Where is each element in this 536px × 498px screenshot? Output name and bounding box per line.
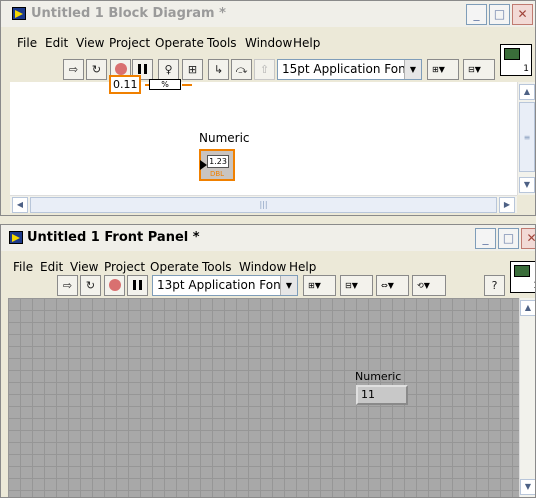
close-button[interactable]: ✕: [512, 4, 533, 25]
run-continuously-icon[interactable]: ↻: [80, 275, 101, 296]
pause-icon: [138, 64, 147, 74]
menu-edit[interactable]: Edit: [45, 36, 68, 50]
scroll-down-icon[interactable]: ▼: [519, 177, 535, 193]
context-help-button[interactable]: ?: [484, 275, 505, 296]
menu-view[interactable]: View: [76, 36, 104, 50]
block-diagram-titlebar[interactable]: Untitled 1 Block Diagram * _ □ ✕: [1, 1, 535, 27]
scroll-right-icon[interactable]: ▶: [499, 197, 515, 213]
vertical-scrollbar[interactable]: ▲ ▼: [519, 298, 535, 497]
resize-objects-icon[interactable]: ⇔▼: [376, 275, 409, 296]
terminal-label[interactable]: Numeric: [199, 131, 250, 145]
menu-project[interactable]: Project: [104, 260, 145, 274]
vi-icon[interactable]: 1: [510, 261, 535, 293]
horizontal-scrollbar[interactable]: ◀ ||| ▶: [10, 195, 517, 213]
distribute-objects-icon[interactable]: ⊟▼: [463, 59, 495, 80]
vertical-scrollbar[interactable]: ▲ ≡ ▼: [517, 82, 535, 195]
menu-project[interactable]: Project: [109, 36, 150, 50]
menu-window[interactable]: Window: [239, 260, 286, 274]
window-title: Untitled 1 Block Diagram *: [31, 6, 226, 21]
vi-icon-number: 1: [523, 64, 529, 74]
conversion-node[interactable]: %: [149, 79, 181, 90]
front-panel-canvas[interactable]: [8, 298, 519, 497]
indicator-label[interactable]: Numeric: [355, 370, 401, 383]
menu-tools[interactable]: Tools: [202, 260, 232, 274]
abort-icon: [114, 63, 127, 75]
font-name: 15pt Application Font: [282, 62, 411, 76]
scroll-up-icon[interactable]: ▲: [520, 300, 535, 316]
align-objects-icon[interactable]: ⊞▼: [427, 59, 459, 80]
menu-help[interactable]: Help: [289, 260, 316, 274]
labview-app-icon: [9, 231, 23, 244]
front-panel-titlebar[interactable]: Untitled 1 Front Panel * _ □ ✕: [1, 225, 535, 251]
run-arrow-icon[interactable]: ⇨: [57, 275, 78, 296]
chevron-down-icon: ▼: [280, 276, 297, 295]
toolbar: ⇨ ↻ 13pt Application Font ▼ ⊞▼ ⊟▼ ⇔▼ ⟲▼ …: [1, 275, 506, 297]
numeric-indicator[interactable]: 11: [356, 385, 408, 405]
distribute-objects-icon[interactable]: ⊟▼: [340, 275, 373, 296]
close-button[interactable]: ✕: [521, 228, 535, 249]
block-diagram-window: Untitled 1 Block Diagram * _ □ ✕ File Ed…: [0, 0, 536, 216]
step-over-icon[interactable]: ⤼: [231, 59, 252, 80]
align-objects-icon[interactable]: ⊞▼: [303, 275, 336, 296]
wire-segment[interactable]: [182, 84, 192, 86]
menu-file[interactable]: File: [13, 260, 33, 274]
font-name: 13pt Application Font: [157, 278, 286, 292]
step-into-icon[interactable]: ↳: [208, 59, 229, 80]
reorder-icon[interactable]: ⟲▼: [412, 275, 446, 296]
run-continuously-icon[interactable]: ↻: [86, 59, 107, 80]
vi-icon-graphic: [514, 265, 530, 277]
abort-button[interactable]: [104, 275, 125, 296]
scroll-thumb[interactable]: |||: [30, 197, 497, 213]
pause-icon: [133, 280, 142, 290]
menu-edit[interactable]: Edit: [40, 260, 63, 274]
maximize-button[interactable]: □: [498, 228, 519, 249]
pause-button[interactable]: [127, 275, 148, 296]
menu-file[interactable]: File: [17, 36, 37, 50]
font-selector[interactable]: 13pt Application Font ▼: [152, 275, 298, 296]
scroll-left-icon[interactable]: ◀: [12, 197, 28, 213]
minimize-button[interactable]: _: [475, 228, 496, 249]
font-selector[interactable]: 15pt Application Font ▼: [277, 59, 422, 80]
labview-app-icon: [12, 7, 26, 20]
menu-operate[interactable]: Operate: [150, 260, 199, 274]
chevron-down-icon: ▼: [404, 60, 421, 79]
scroll-down-icon[interactable]: ▼: [520, 479, 535, 495]
window-title: Untitled 1 Front Panel *: [27, 230, 200, 245]
block-diagram-canvas[interactable]: [10, 82, 517, 195]
terminal-display: 1.23: [207, 155, 229, 168]
terminal-type: DBL: [209, 170, 225, 178]
vi-icon[interactable]: 1: [500, 44, 532, 76]
menu-view[interactable]: View: [70, 260, 98, 274]
maximize-button[interactable]: □: [489, 4, 510, 25]
menu-operate[interactable]: Operate: [155, 36, 204, 50]
numeric-constant[interactable]: 0.11: [109, 75, 141, 94]
retain-wire-values-icon[interactable]: ⊞: [182, 59, 203, 80]
step-out-icon[interactable]: ⇧: [254, 59, 275, 80]
abort-icon: [108, 279, 121, 291]
scroll-up-icon[interactable]: ▲: [519, 84, 535, 100]
highlight-execution-icon[interactable]: ♀: [158, 59, 179, 80]
toolbar: ⇨ ↻ ♀ ⊞ ↳ ⤼ ⇧ 15pt Application Font ▼ ⊞▼…: [1, 59, 496, 81]
minimize-button[interactable]: _: [466, 4, 487, 25]
run-arrow-icon[interactable]: ⇨: [63, 59, 84, 80]
terminal-input-arrow-icon: [200, 160, 207, 170]
vi-icon-graphic: [504, 48, 520, 60]
menu-window[interactable]: Window: [245, 36, 292, 50]
scroll-thumb[interactable]: ≡: [519, 102, 535, 172]
front-panel-window: Untitled 1 Front Panel * _ □ ✕ File Edit…: [0, 224, 536, 498]
menu-help[interactable]: Help: [293, 36, 320, 50]
menu-tools[interactable]: Tools: [207, 36, 237, 50]
